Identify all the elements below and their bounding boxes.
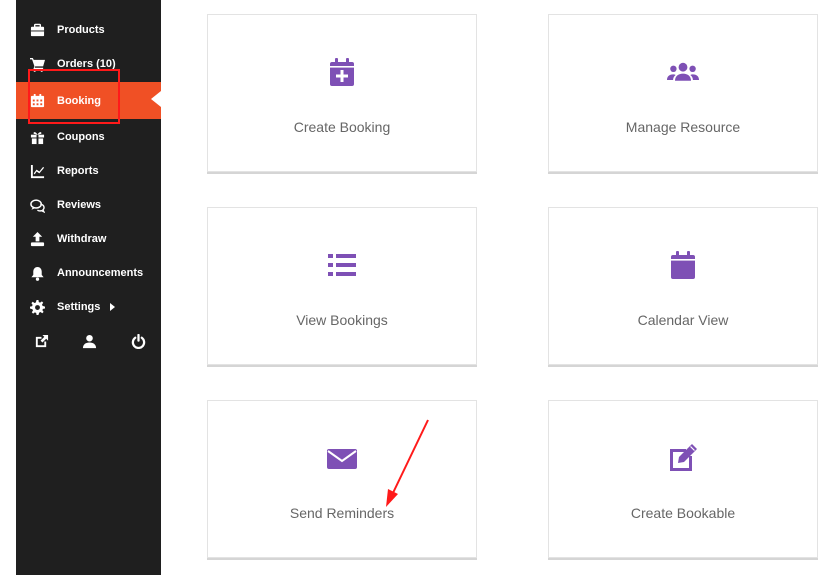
card-label: Create Booking: [293, 119, 391, 135]
send-reminders-card[interactable]: Send Reminders: [207, 400, 477, 558]
power-icon[interactable]: [129, 332, 147, 350]
sidebar-item-withdraw[interactable]: Withdraw: [16, 222, 161, 256]
sidebar-item-label: Announcements: [57, 267, 144, 279]
card-label: Send Reminders: [289, 505, 395, 521]
sidebar-item-reviews[interactable]: Reviews: [16, 188, 161, 222]
sidebar-item-label: Withdraw: [57, 233, 107, 245]
user-icon[interactable]: [80, 332, 98, 350]
comments-icon: [29, 197, 45, 213]
sidebar-item-reports[interactable]: Reports: [16, 154, 161, 188]
envelope-icon: [325, 441, 359, 475]
sidebar-item-products[interactable]: Products: [16, 13, 161, 47]
sidebar-item-announcements[interactable]: Announcements: [16, 256, 161, 290]
bell-icon: [29, 265, 45, 281]
sidebar-item-settings[interactable]: Settings: [16, 290, 161, 324]
users-icon: [666, 55, 700, 89]
card-label: View Bookings: [296, 312, 388, 328]
cart-icon: [29, 56, 45, 72]
sidebar-item-label: Products: [57, 24, 105, 36]
card-label: Manage Resource: [625, 119, 741, 135]
sidebar-item-coupons[interactable]: Coupons: [16, 120, 161, 154]
sidebar-item-label: Booking: [57, 94, 101, 107]
sidebar: Products Orders (10) Booking Coupons Rep…: [16, 0, 161, 575]
edit-icon: [666, 441, 700, 475]
sidebar-item-booking[interactable]: Booking: [16, 82, 161, 119]
calendar-icon: [666, 248, 700, 282]
gear-icon: [29, 299, 45, 315]
gift-icon: [29, 129, 45, 145]
sidebar-item-label: Settings: [57, 301, 101, 313]
create-booking-card[interactable]: Create Booking: [207, 14, 477, 172]
briefcase-icon: [29, 22, 45, 38]
chevron-right-icon: [110, 303, 116, 311]
external-link-icon[interactable]: [32, 332, 50, 350]
view-bookings-card[interactable]: View Bookings: [207, 207, 477, 365]
card-label: Calendar View: [637, 312, 729, 328]
create-bookable-card[interactable]: Create Bookable: [548, 400, 818, 558]
calendar-icon: [29, 93, 45, 109]
card-label: Create Bookable: [630, 505, 736, 521]
manage-resource-card[interactable]: Manage Resource: [548, 14, 818, 172]
sidebar-item-orders[interactable]: Orders (10): [16, 47, 161, 81]
sidebar-item-label: Coupons: [57, 131, 105, 143]
sidebar-bottom-icons: [16, 330, 161, 354]
calendar-view-card[interactable]: Calendar View: [548, 207, 818, 365]
calendar-plus-icon: [325, 55, 359, 89]
list-icon: [325, 248, 359, 282]
upload-icon: [29, 231, 45, 247]
sidebar-item-label: Orders (10): [57, 58, 116, 70]
chart-icon: [29, 163, 45, 179]
sidebar-item-label: Reviews: [57, 199, 102, 211]
sidebar-item-label: Reports: [57, 165, 99, 177]
